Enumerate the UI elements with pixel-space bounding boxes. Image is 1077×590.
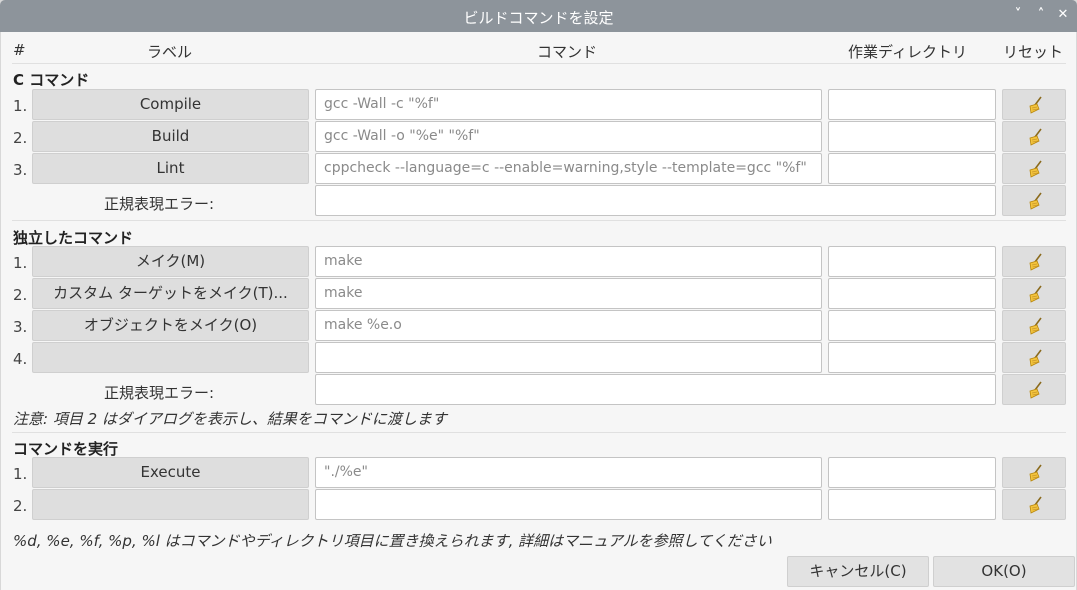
reset-button-regex-independent[interactable] [1002, 374, 1066, 405]
title-bar: ビルドコマンドを設定 ˅ ˄ ✕ [0, 0, 1077, 32]
command-input-execute-2[interactable] [315, 489, 822, 520]
workdir-input-build[interactable] [828, 121, 996, 152]
label-button-make-custom[interactable]: カスタム ターゲットをメイク(T)... [32, 278, 309, 309]
window-title: ビルドコマンドを設定 [463, 9, 614, 27]
broom-icon [1029, 464, 1042, 482]
regex-label-c: 正規表現エラー: [104, 195, 215, 213]
reset-button-make[interactable] [1002, 246, 1066, 277]
reset-button-make-object[interactable] [1002, 310, 1066, 341]
label-button-lint[interactable]: Lint [32, 153, 309, 184]
command-input-compile[interactable]: gcc -Wall -c "%f" [315, 89, 822, 120]
workdir-input-empty[interactable] [828, 342, 996, 373]
label-button-make-object[interactable]: オブジェクトをメイク(O) [32, 310, 309, 341]
reset-button-empty[interactable] [1002, 342, 1066, 373]
workdir-input-make-custom[interactable] [828, 278, 996, 309]
reset-button-make-custom[interactable] [1002, 278, 1066, 309]
ok-button[interactable]: OK(O) [933, 556, 1075, 587]
section-title-independent: 独立したコマンド [13, 229, 134, 247]
column-header-command: コマンド [537, 43, 598, 61]
command-input-make[interactable]: make [315, 246, 822, 277]
workdir-input-execute[interactable] [828, 457, 996, 488]
command-input-build[interactable]: gcc -Wall -o "%e" "%f" [315, 121, 822, 152]
broom-icon [1029, 349, 1042, 367]
broom-icon [1029, 192, 1042, 210]
section-title-c: C コマンド [13, 71, 90, 89]
note-item-2: 注意: 項目 2 はダイアログを表示し、結果をコマンドに渡します [13, 410, 447, 428]
broom-icon [1029, 496, 1042, 514]
workdir-input-execute-2[interactable] [828, 489, 996, 520]
regex-input-c[interactable] [315, 185, 996, 216]
reset-button-compile[interactable] [1002, 89, 1066, 120]
label-button-execute[interactable]: Execute [32, 457, 309, 488]
row-number: 1. [13, 254, 28, 272]
minimize-icon[interactable]: ˅ [1008, 5, 1028, 25]
row-number: 2. [13, 286, 28, 304]
label-button-make[interactable]: メイク(M) [32, 246, 309, 277]
close-icon[interactable]: ✕ [1053, 5, 1073, 25]
label-button-build[interactable]: Build [32, 121, 309, 152]
row-number: 4. [13, 350, 28, 368]
row-number: 2. [13, 129, 28, 147]
regex-input-independent[interactable] [315, 374, 996, 405]
label-button-empty[interactable] [32, 342, 309, 373]
broom-icon [1029, 253, 1042, 271]
command-input-make-object[interactable]: make %e.o [315, 310, 822, 341]
row-number: 1. [13, 465, 28, 483]
footer-note: %d, %e, %f, %p, %l はコマンドやディレクトリ項目に置き換えられ… [13, 532, 772, 550]
column-header-reset: リセット [1003, 43, 1064, 61]
broom-icon [1029, 317, 1042, 335]
command-input-make-custom[interactable]: make [315, 278, 822, 309]
reset-button-execute-2[interactable] [1002, 489, 1066, 520]
row-number: 2. [13, 497, 28, 515]
reset-button-build[interactable] [1002, 121, 1066, 152]
cancel-button[interactable]: キャンセル(C) [787, 556, 929, 587]
separator [12, 220, 1066, 221]
maximize-icon[interactable]: ˄ [1031, 5, 1051, 25]
row-number: 1. [13, 97, 28, 115]
reset-button-regex-c[interactable] [1002, 185, 1066, 216]
broom-icon [1029, 96, 1042, 114]
reset-button-execute[interactable] [1002, 457, 1066, 488]
broom-icon [1029, 160, 1042, 178]
command-input-execute[interactable]: "./%e" [315, 457, 822, 488]
broom-icon [1029, 381, 1042, 399]
separator [12, 63, 1066, 64]
workdir-input-lint[interactable] [828, 153, 996, 184]
broom-icon [1029, 128, 1042, 146]
command-input-lint[interactable]: cppcheck --language=c --enable=warning,s… [315, 153, 822, 184]
workdir-input-make-object[interactable] [828, 310, 996, 341]
label-button-execute-2[interactable] [32, 489, 309, 520]
column-header-workdir: 作業ディレクトリ [848, 43, 967, 61]
column-header-label: ラベル [147, 43, 193, 61]
separator [12, 432, 1066, 433]
broom-icon [1029, 285, 1042, 303]
section-title-execute: コマンドを実行 [13, 440, 119, 458]
workdir-input-make[interactable] [828, 246, 996, 277]
label-button-compile[interactable]: Compile [32, 89, 309, 120]
row-number: 3. [13, 318, 28, 336]
command-input-empty[interactable] [315, 342, 822, 373]
workdir-input-compile[interactable] [828, 89, 996, 120]
reset-button-lint[interactable] [1002, 153, 1066, 184]
row-number: 3. [13, 161, 28, 179]
column-header-number: # [13, 41, 26, 59]
regex-label-independent: 正規表現エラー: [104, 384, 215, 402]
